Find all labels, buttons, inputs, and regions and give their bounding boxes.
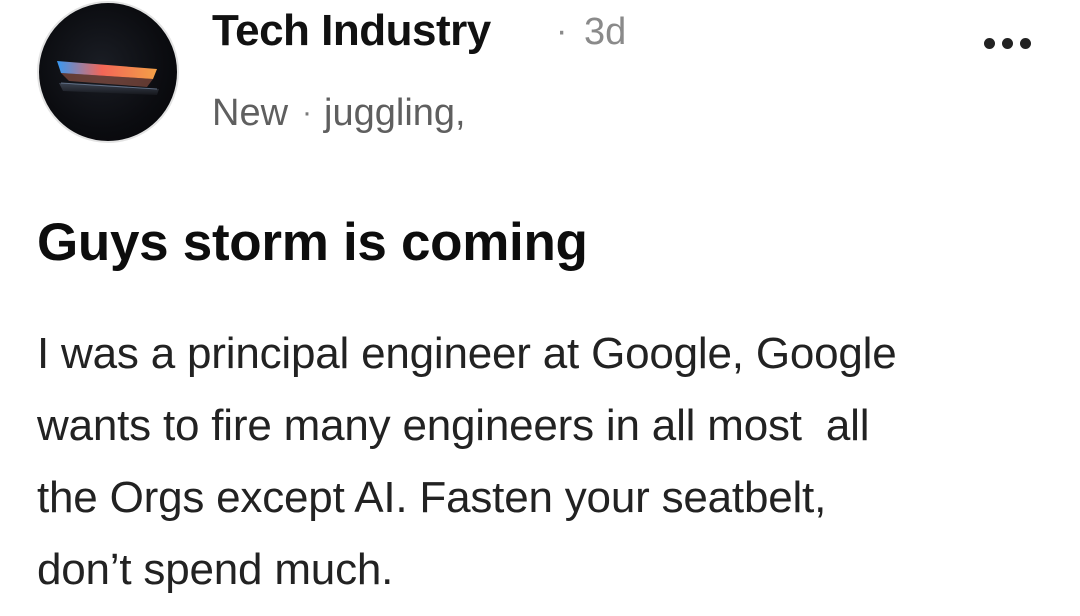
more-horizontal-icon-dot (1020, 38, 1031, 49)
post-age: 3d (584, 11, 627, 53)
community-avatar[interactable] (37, 1, 179, 143)
meta-separator: · (302, 96, 313, 129)
more-options-button[interactable] (978, 22, 1038, 62)
more-horizontal-icon (984, 38, 995, 49)
post-status: New (212, 92, 289, 134)
post-card: Tech Industry · 3d New · juggling, Guys st… (0, 0, 1080, 616)
community-name[interactable]: Tech Industry (212, 6, 491, 56)
more-horizontal-icon-dot (1002, 38, 1013, 49)
laptop-glow-icon (57, 61, 159, 95)
post-title[interactable]: Guys storm is coming (37, 212, 588, 273)
post-tag[interactable]: juggling, (324, 92, 466, 134)
post-meta: New · juggling, (212, 92, 466, 135)
post-body[interactable]: I was a principal engineer at Google, Go… (37, 318, 1067, 606)
separator-dot: · (556, 12, 568, 50)
